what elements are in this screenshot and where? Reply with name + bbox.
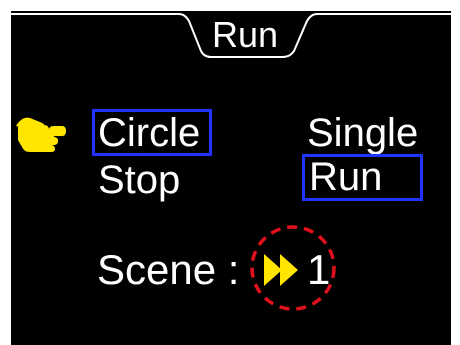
hand-pointer-icon (16, 117, 66, 152)
scene-label: Scene : (97, 246, 240, 293)
title-tab: Run (11, 11, 451, 71)
dashed-circle-highlight (250, 225, 336, 311)
menu-item-single[interactable]: Single (307, 111, 418, 155)
page-title: Run (211, 14, 279, 55)
menu-item-circle[interactable]: Circle (98, 111, 200, 155)
device-screen: Run Circle Single Stop Run Scene : 1 (11, 11, 451, 345)
menu-item-run[interactable]: Run (309, 155, 382, 199)
menu-item-stop[interactable]: Stop (98, 158, 180, 202)
